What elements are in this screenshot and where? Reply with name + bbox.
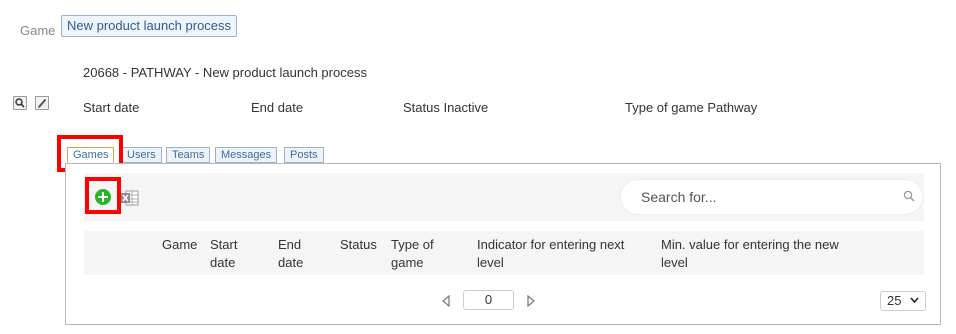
per-page-value: 25 — [887, 293, 902, 308]
prev-page-icon[interactable] — [442, 295, 450, 307]
tab-teams[interactable]: Teams — [166, 147, 211, 163]
tab-posts[interactable]: Posts — [284, 147, 324, 163]
status-label: Status Inactive — [403, 100, 489, 115]
search-placeholder: Search for... — [641, 189, 717, 205]
page-title: 20668 - PATHWAY - New product launch pro… — [83, 65, 367, 80]
tab-users[interactable]: Users — [121, 147, 162, 163]
start-date-label: Start date — [83, 100, 140, 115]
page-number-input[interactable]: 0 — [463, 290, 514, 310]
add-highlight-box — [85, 177, 121, 214]
next-page-icon[interactable] — [527, 295, 535, 307]
end-date-label: End date — [251, 100, 304, 115]
game-type-label: Type of game Pathway — [625, 100, 758, 115]
search-icon[interactable] — [13, 96, 27, 110]
column-header-game[interactable]: Game — [162, 236, 197, 254]
column-header-start-date[interactable]: Start date — [210, 236, 237, 272]
tab-messages[interactable]: Messages — [215, 147, 278, 163]
column-header-type[interactable]: Type of game — [391, 236, 434, 272]
column-header-end-date[interactable]: End date — [278, 236, 303, 272]
column-header-status[interactable]: Status — [340, 236, 377, 254]
game-label: Game — [20, 23, 56, 38]
column-header-min-value[interactable]: Min. value for entering the new level — [661, 236, 839, 272]
magnifier-icon[interactable] — [903, 190, 915, 202]
chevron-down-icon — [910, 297, 919, 303]
edit-pencil-icon[interactable] — [35, 96, 49, 110]
game-name-chip[interactable]: New product launch process — [61, 15, 238, 37]
column-header-indicator[interactable]: Indicator for entering next level — [477, 236, 624, 272]
excel-icon[interactable] — [120, 188, 139, 207]
